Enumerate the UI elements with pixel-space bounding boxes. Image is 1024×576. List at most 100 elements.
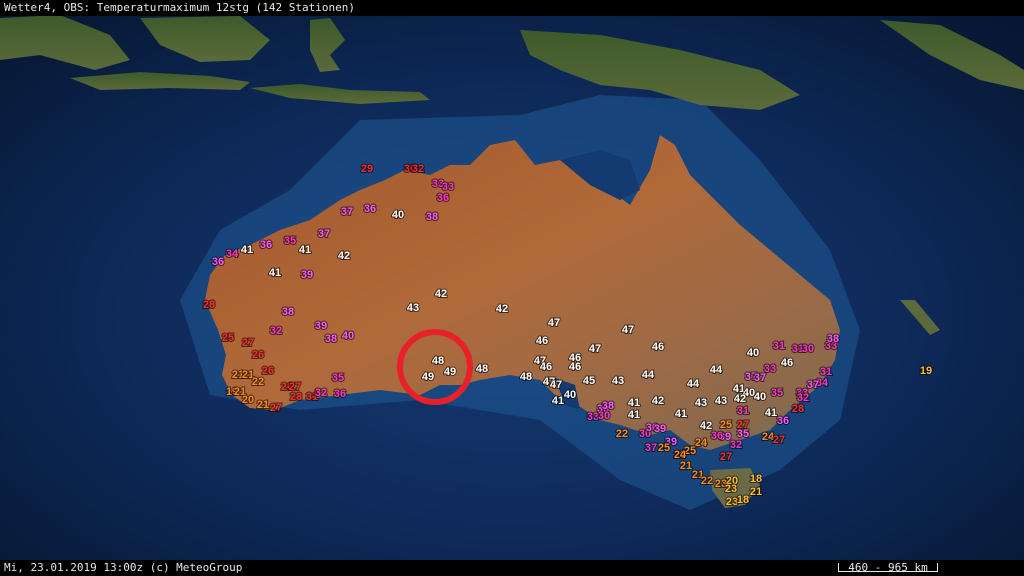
station-value: 42 [652,395,664,407]
header-bar: Wetter4, OBS: Temperaturmaximum 12stg (1… [0,0,1024,16]
station-value: 42 [338,250,350,262]
station-value: 26 [252,349,264,361]
footer-bar: Mi, 23.01.2019 13:00z (c) MeteoGroup 460… [0,560,1024,576]
station-value: 44 [710,364,723,376]
station-value: 43 [407,302,419,314]
station-value: 21 [680,460,692,472]
station-value: 42 [496,303,508,315]
station-value: 36 [777,415,789,427]
station-value: 18 [737,494,749,506]
station-value: 22 [252,376,264,388]
station-value: 32 [315,387,327,399]
station-value: 41 [269,267,281,279]
map-canvas: 29 303233333637 36 40 3841 36 353741 42363441 39… [0,0,1024,576]
station-value: 49 [422,371,434,383]
station-value: 40 [564,389,576,401]
station-value: 27 [270,402,282,414]
station-value: 35 [771,387,783,399]
station-value: 28 [792,403,804,415]
station-value: 46 [569,361,581,373]
station-value: 40 [392,209,404,221]
station-value: 36 [437,192,449,204]
station-value: 42 [734,393,746,405]
station-value: 41 [552,395,564,407]
station-value: 23 [725,483,737,495]
station-value: 20 [242,394,254,406]
station-value: 36 [711,430,723,442]
station-value: 47 [550,379,562,391]
station-value: 39 [654,423,666,435]
station-value: 49 [444,366,456,378]
station-value: 47 [548,317,560,329]
station-value: 40 [754,391,766,403]
station-value: 31 [773,340,785,352]
station-value: 21 [750,486,762,498]
station-value: 48 [476,363,488,375]
station-value: 32 [412,163,424,175]
map-title: Wetter4, OBS: Temperaturmaximum 12stg (1… [4,1,355,14]
station-value: 46 [536,335,548,347]
station-value: 36 [334,388,346,400]
station-value: 42 [435,288,447,300]
station-value: 48 [520,371,532,383]
station-value: 27 [773,434,785,446]
station-value: 37 [318,228,330,240]
station-value: 44 [687,378,700,390]
station-value: 34 [226,248,239,260]
station-value: 41 [675,408,687,420]
station-value: 30 [598,410,610,422]
weather-map: 29 30 32 33 33 36 37 36 40 38 41 36 35 37 41 42 36 34 41 39… [0,0,1024,576]
scale-label: 460 - 965 km [848,561,928,574]
station-value: 32 [730,439,742,451]
station-value: 38 [282,306,294,318]
station-value: 46 [781,357,793,369]
station-value: 29 [361,163,373,175]
station-value: 36 [364,203,376,215]
station-value: 40 [342,330,354,342]
station-value: 32 [270,325,282,337]
station-value: 37 [645,442,657,454]
station-value: 18 [750,473,762,485]
station-value: 37 [341,206,353,218]
station-value: 25 [222,332,234,344]
station-value: 28 [290,391,302,403]
station-value: 46 [540,361,552,373]
station-value: 27 [242,337,254,349]
station-value: 41 [765,407,777,419]
station-value: 35 [284,235,296,247]
station-value: 36 [260,239,272,251]
station-value: 47 [622,324,634,336]
station-value: 41 [628,409,640,421]
station-value: 48 [432,355,444,367]
station-value: 28 [203,299,215,311]
station-value: 44 [642,369,655,381]
station-value: 37 [807,379,819,391]
station-value: 41 [241,244,253,256]
station-value: 31 [737,405,749,417]
station-value: 22 [616,428,628,440]
station-value: 41 [628,397,640,409]
station-value: 39 [301,269,313,281]
station-value: 25 [658,442,670,454]
station-value: 22 [701,475,713,487]
station-value: 41 [299,244,311,256]
station-value: 43 [612,375,624,387]
station-value: 38 [827,333,839,345]
station-value: 43 [715,395,727,407]
station-value: 35 [332,372,344,384]
station-value: 38 [325,333,337,345]
station-value: 21 [257,399,269,411]
station-value: 27 [720,451,732,463]
station-value: 46 [652,341,664,353]
station-value: 47 [589,343,601,355]
station-value: 43 [695,397,707,409]
timestamp-label: Mi, 23.01.2019 13:00z (c) MeteoGroup [4,561,243,574]
station-value: 38 [426,211,438,223]
station-value: 39 [315,320,327,332]
station-value: 33 [764,363,776,375]
station-value: 30 [802,343,814,355]
station-value: 24 [695,437,708,449]
station-value: 36 [212,256,224,268]
station-value: 45 [583,375,595,387]
station-value: 19 [920,365,932,377]
